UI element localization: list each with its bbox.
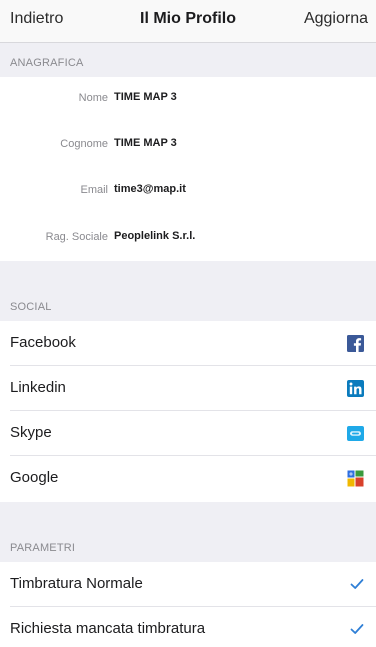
linkedin-icon xyxy=(347,380,364,397)
social-item-label: Skype xyxy=(10,424,52,441)
social-item-label: Linkedin xyxy=(10,379,66,396)
back-button[interactable]: Indietro xyxy=(10,10,63,28)
parametri-item-richiesta-mancata-timbratura[interactable]: Richiesta mancata timbratura xyxy=(0,607,376,647)
section-header-parametri: PARAMETRI xyxy=(0,502,376,562)
field-value: time3@map.it xyxy=(114,183,186,195)
navigation-bar: Indietro Il Mio Profilo Aggiorna xyxy=(0,0,376,43)
social-item-skype[interactable]: Skype xyxy=(0,411,376,456)
checkmark-icon xyxy=(350,579,364,589)
skype-icon xyxy=(347,426,364,441)
section-header-anagrafica: ANAGRAFICA xyxy=(0,43,376,77)
field-value: Peoplelink S.r.l. xyxy=(114,230,196,242)
checkmark-icon xyxy=(350,624,364,634)
section-header-label: SOCIAL xyxy=(10,301,52,313)
field-label: Cognome xyxy=(60,138,108,150)
social-item-linkedin[interactable]: Linkedin xyxy=(0,366,376,411)
field-label: Nome xyxy=(78,92,108,104)
field-row-rag-sociale: Rag. Sociale Peoplelink S.r.l. xyxy=(0,216,376,260)
section-header-label: ANAGRAFICA xyxy=(10,57,84,69)
field-value: TIME MAP 3 xyxy=(114,91,177,103)
refresh-button[interactable]: Aggiorna xyxy=(304,10,368,28)
field-value: TIME MAP 3 xyxy=(114,137,177,149)
google-icon xyxy=(347,470,364,487)
parametri-item-timbratura-normale[interactable]: Timbratura Normale xyxy=(0,562,376,607)
field-row-cognome: Cognome TIME MAP 3 xyxy=(0,123,376,167)
social-item-label: Facebook xyxy=(10,334,76,351)
field-row-nome: Nome TIME MAP 3 xyxy=(0,77,376,121)
social-item-facebook[interactable]: Facebook xyxy=(0,321,376,366)
section-header-social: SOCIAL xyxy=(0,261,376,321)
social-item-label: Google xyxy=(10,469,59,486)
parametri-item-label: Richiesta mancata timbratura xyxy=(10,620,206,637)
field-row-email: Email time3@map.it xyxy=(0,169,376,213)
field-label: Rag. Sociale xyxy=(45,231,108,243)
field-label: Email xyxy=(80,184,108,196)
social-item-google[interactable]: Google xyxy=(0,456,376,502)
section-header-label: PARAMETRI xyxy=(10,542,76,554)
facebook-icon xyxy=(347,335,364,352)
profile-screen: Indietro Il Mio Profilo Aggiorna ANAGRAF… xyxy=(0,0,376,647)
parametri-item-label: Timbratura Normale xyxy=(10,575,143,592)
